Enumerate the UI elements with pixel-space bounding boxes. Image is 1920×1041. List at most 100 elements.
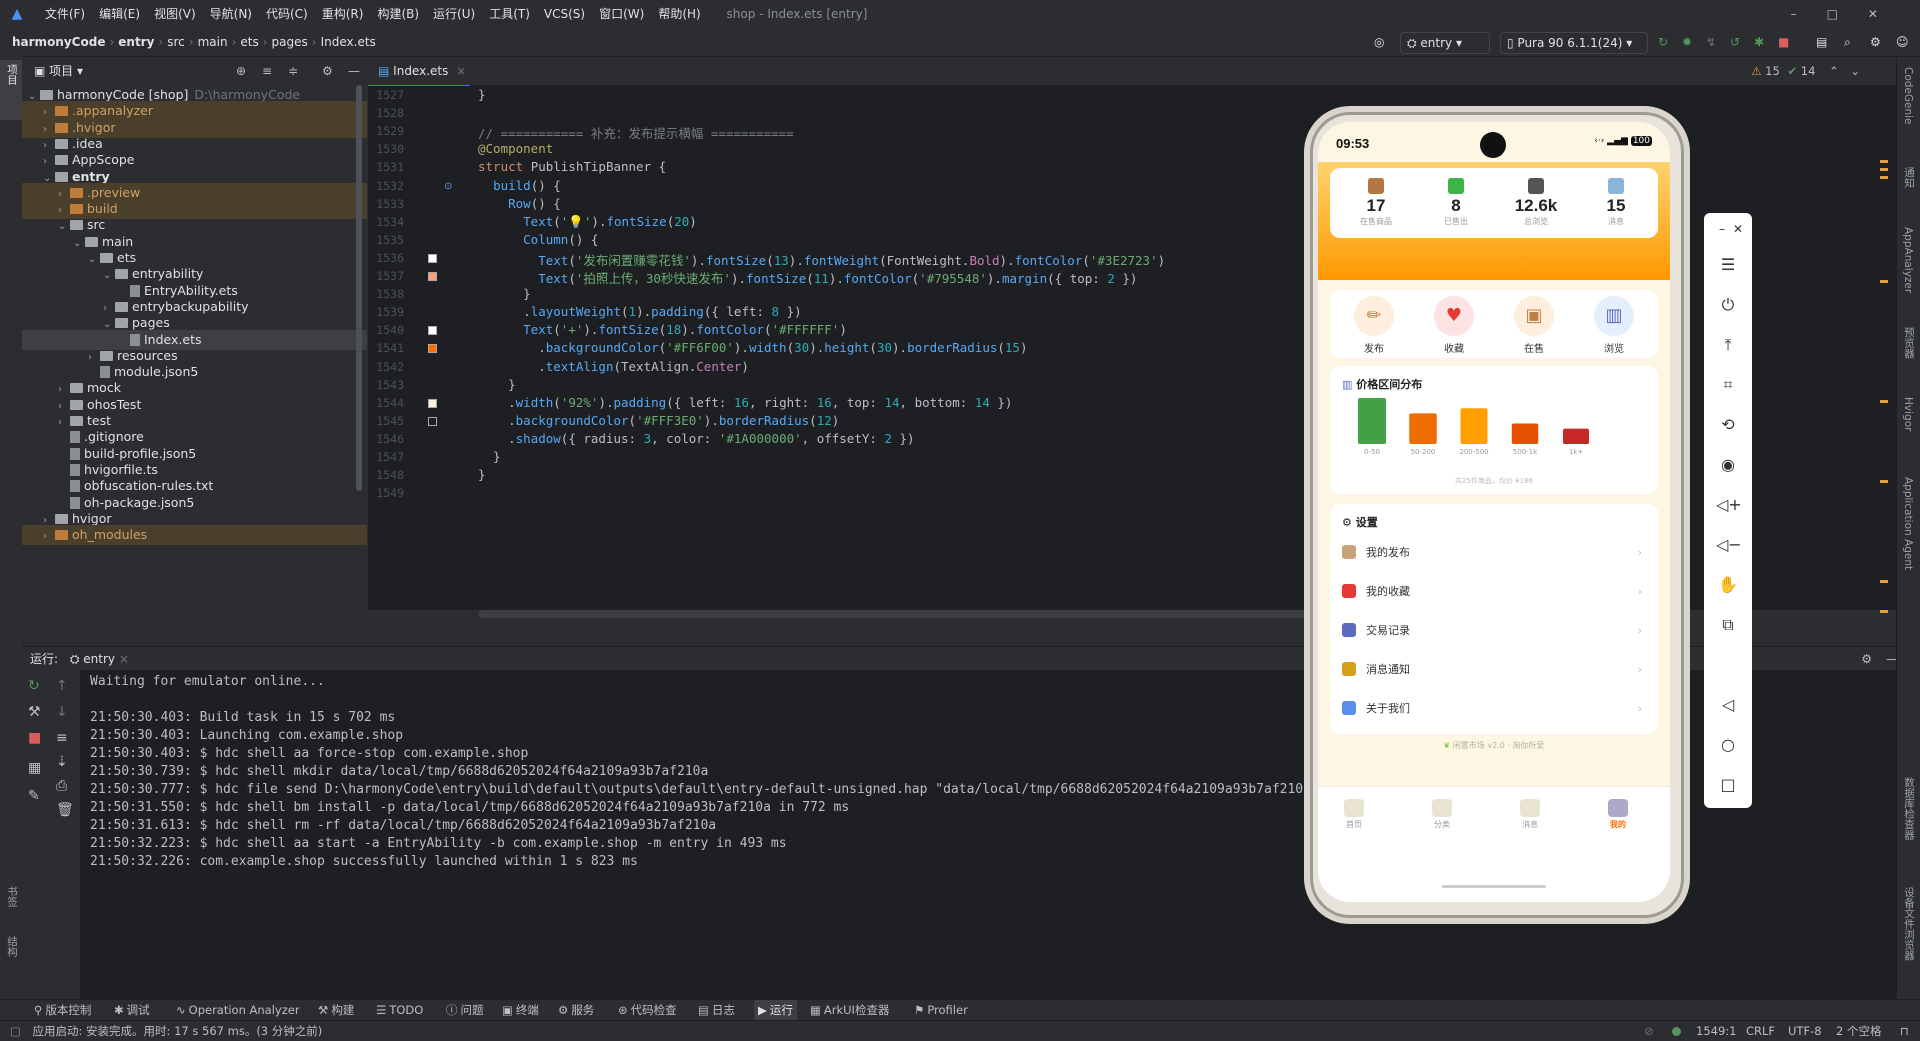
caret-position[interactable]: 1549:1: [1696, 1021, 1736, 1041]
settings-row[interactable]: 消息通知 ›: [1342, 651, 1646, 689]
tab-index-ets[interactable]: ▤ Index.ets ×: [368, 57, 470, 87]
power-icon[interactable]: ⏻: [1716, 293, 1740, 317]
gear-icon[interactable]: ⚙: [322, 57, 333, 85]
breadcrumb-item[interactable]: ets: [240, 28, 258, 56]
breadcrumb-item[interactable]: main: [198, 28, 228, 56]
right-tool-button[interactable]: CodeGenie: [1902, 67, 1914, 125]
bottom-tool-button[interactable]: ▤ 日志: [698, 1000, 735, 1020]
module-selector[interactable]: ⛭ entry ▾: [1400, 32, 1490, 54]
horizontal-scrollbar[interactable]: [478, 610, 1308, 618]
stat-item[interactable]: 8 已售出: [1418, 178, 1494, 227]
print-icon[interactable]: ⎙: [56, 778, 67, 794]
bottom-tab[interactable]: 首页: [1324, 799, 1384, 830]
home-icon[interactable]: ○: [1716, 733, 1740, 757]
menu-item[interactable]: 重构(R): [315, 0, 371, 28]
bottom-tool-button[interactable]: ⚲ 版本控制: [34, 1000, 91, 1020]
implement-icon[interactable]: ⊙: [444, 181, 452, 192]
layout-icon[interactable]: ▦: [28, 760, 41, 776]
bottom-tool-button[interactable]: ⚒ 构建: [318, 1000, 354, 1020]
collapse-all-icon[interactable]: ≑: [288, 57, 298, 85]
structure-tool-label[interactable]: 结构: [5, 936, 20, 957]
shake-icon[interactable]: ✋: [1716, 573, 1740, 597]
bottom-tool-button[interactable]: ✱ 调试: [114, 1000, 150, 1020]
color-swatch-icon[interactable]: [428, 398, 437, 408]
right-tool-button[interactable]: 设备文件浏览器: [1902, 887, 1917, 961]
project-tool-button[interactable]: 项目: [0, 60, 22, 120]
device-manager-icon[interactable]: ▤: [1816, 32, 1827, 52]
account-icon[interactable]: ☺: [1896, 32, 1909, 52]
bottom-tool-button[interactable]: ▣ 终端: [502, 1000, 539, 1020]
bottom-tool-button[interactable]: ▦ ArkUI检查器: [810, 1000, 889, 1020]
menu-item[interactable]: 文件(F): [38, 0, 92, 28]
menu-item[interactable]: 视图(V): [147, 0, 203, 28]
expand-all-icon[interactable]: ≡: [262, 57, 272, 85]
color-swatch-icon[interactable]: [428, 253, 437, 263]
wrench-icon[interactable]: ⚒: [28, 704, 41, 720]
file-encoding[interactable]: UTF-8: [1788, 1021, 1822, 1041]
bottom-tool-button[interactable]: ∿ Operation Analyzer: [176, 1000, 300, 1020]
indent-setting[interactable]: 2 个空格: [1836, 1021, 1881, 1041]
volume-down-icon[interactable]: ◁−: [1716, 533, 1742, 557]
trash-icon[interactable]: 🗑: [56, 802, 74, 818]
locate-icon[interactable]: ⊕: [236, 57, 246, 85]
stat-item[interactable]: 17 在售商品: [1338, 178, 1414, 227]
line-separator[interactable]: CRLF: [1746, 1021, 1775, 1041]
color-swatch-icon[interactable]: [428, 326, 437, 336]
chevron-down-icon[interactable]: ⌄: [1850, 64, 1860, 78]
stop-icon[interactable]: ■: [1778, 32, 1789, 52]
device-selector[interactable]: ▯ Pura 90 6.1.1(24) ▾: [1500, 32, 1648, 54]
menu-item[interactable]: 运行(U): [426, 0, 482, 28]
back-icon[interactable]: ◁: [1716, 693, 1740, 717]
settings-icon[interactable]: ⚙: [1870, 32, 1881, 52]
screenshot-icon[interactable]: ◉: [1716, 453, 1740, 477]
settings-row[interactable]: 交易记录 ›: [1342, 612, 1646, 650]
bottom-tab[interactable]: 我的: [1588, 799, 1648, 830]
menu-item[interactable]: 导航(N): [203, 0, 259, 28]
right-tool-button[interactable]: Hvigor: [1902, 397, 1914, 431]
stat-item[interactable]: 12.6k 总浏览: [1498, 178, 1574, 227]
bottom-tool-button[interactable]: ⚑ Profiler: [914, 1000, 968, 1020]
menu-item[interactable]: VCS(S): [537, 0, 592, 28]
close-icon[interactable]: ✕: [1726, 217, 1750, 241]
quick-action-button[interactable]: ▥ 浏览: [1574, 296, 1654, 355]
color-swatch-icon[interactable]: [428, 416, 437, 426]
attach-icon[interactable]: ↯: [1706, 32, 1716, 52]
menu-item[interactable]: 窗口(W): [592, 0, 651, 28]
bottom-tool-button[interactable]: ⚙ 服务: [558, 1000, 594, 1020]
right-tool-button[interactable]: AppAnalyzer: [1902, 227, 1914, 293]
breadcrumb-item[interactable]: src: [167, 28, 185, 56]
menu-item[interactable]: 构建(B): [370, 0, 426, 28]
multi-window-icon[interactable]: ⧉: [1716, 613, 1740, 637]
recents-icon[interactable]: □: [1716, 773, 1740, 797]
chevron-up-icon[interactable]: ⌃: [1829, 64, 1839, 78]
right-tool-button[interactable]: Application Agent: [1902, 477, 1914, 570]
scroll-down-icon[interactable]: ↓: [56, 704, 68, 720]
crop-icon[interactable]: ⌗: [1716, 373, 1740, 397]
settings-row[interactable]: 关于我们 ›: [1342, 690, 1646, 728]
menu-item[interactable]: 编辑(E): [92, 0, 147, 28]
right-tool-button[interactable]: 通知: [1902, 167, 1917, 188]
close-icon[interactable]: ×: [456, 64, 466, 78]
quick-action-button[interactable]: ♥ 收藏: [1414, 296, 1494, 355]
right-tool-button[interactable]: 预览器: [1902, 327, 1917, 359]
lock-icon[interactable]: ⊓: [1900, 1021, 1909, 1041]
status-message[interactable]: 应用启动: 安装完成。用时: 17 s 567 ms。(3 分钟之前): [33, 1024, 323, 1038]
breadcrumb-item[interactable]: Index.ets: [321, 28, 376, 56]
code-editor[interactable]: } // =========== 补充：发布提示横幅 =========== @Co…: [472, 86, 1920, 610]
breadcrumb-item[interactable]: harmonyCode: [12, 28, 105, 56]
rotate-icon[interactable]: ⟲: [1716, 413, 1740, 437]
stop-icon[interactable]: ■: [28, 730, 41, 746]
profile-icon[interactable]: ✱: [1754, 32, 1764, 52]
bottom-tool-button[interactable]: ⓘ 问题: [446, 1000, 484, 1020]
no-sync-icon[interactable]: ⊘: [1644, 1021, 1654, 1041]
project-view-selector[interactable]: ▣ 项目 ▾: [34, 64, 83, 78]
phone-screen[interactable]: 09:53 ‹·› ▂▄▆ 100 17 在售商品 8 已售出 12.6k 总浏览 15 消息…: [1318, 122, 1670, 902]
run-icon[interactable]: ↻: [1658, 32, 1668, 52]
tree-item[interactable]: › oh_modules: [22, 525, 367, 546]
bottom-tool-button[interactable]: ⊛ 代码检查: [618, 1000, 677, 1020]
settings-row[interactable]: 我的发布 ›: [1342, 534, 1646, 572]
stat-item[interactable]: 15 消息: [1578, 178, 1654, 227]
run-settings-icon[interactable]: ⚙: [1861, 647, 1872, 671]
pin-icon[interactable]: ✎: [28, 788, 40, 804]
tree-scrollbar[interactable]: [356, 85, 362, 491]
